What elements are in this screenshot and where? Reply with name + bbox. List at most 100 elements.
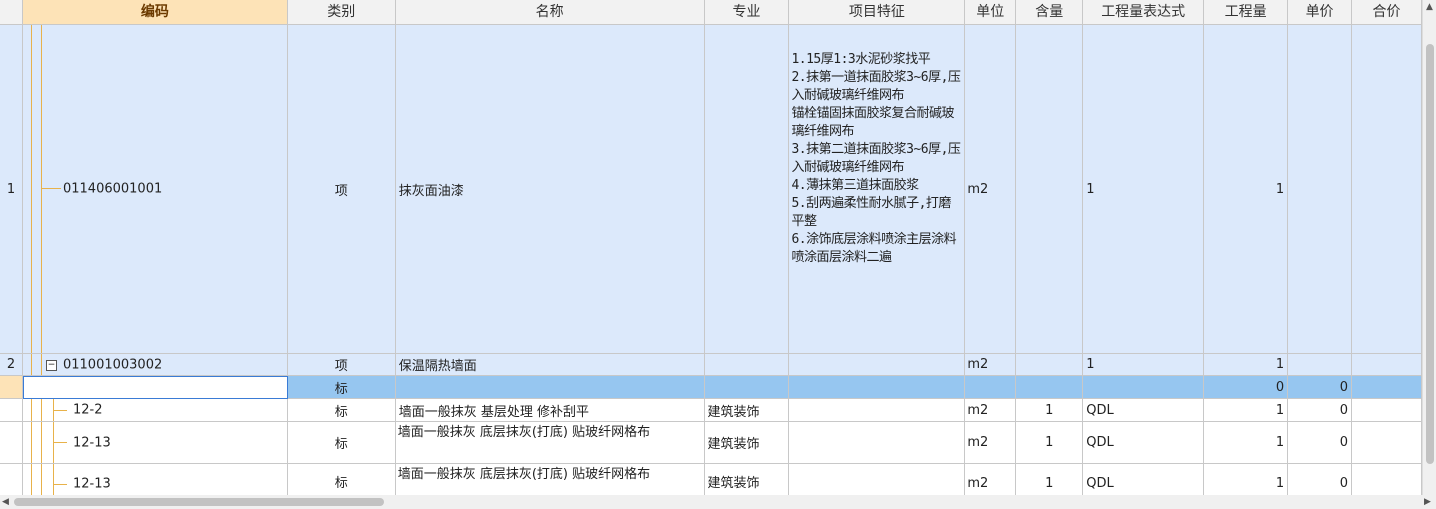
specialty-cell[interactable] [704, 376, 790, 399]
code-cell[interactable]: − 011001003002 [22, 354, 288, 376]
features-cell[interactable] [789, 422, 966, 464]
name-cell[interactable]: 保温隔热墙面 [395, 354, 705, 376]
unit-price-cell[interactable] [1288, 354, 1353, 376]
name-cell[interactable] [395, 376, 705, 399]
specialty-cell[interactable]: 建筑装饰 [704, 422, 790, 464]
type-cell[interactable]: 标 [288, 464, 396, 495]
features-line: 锚栓锚固抹面胶浆复合耐碱玻璃纤维网布 [791, 106, 954, 139]
total-cell[interactable] [1352, 422, 1422, 464]
header-total[interactable]: 合价 [1352, 0, 1422, 25]
row-index[interactable]: 2 [0, 354, 23, 376]
features-cell[interactable] [789, 464, 966, 495]
row-index[interactable] [0, 399, 23, 422]
expression-cell[interactable]: QDL [1083, 464, 1205, 495]
features-cell[interactable]: 1.15厚1:3水泥砂浆找平 2.抹第一道抹面胶浆3~6厚,压入耐碱玻璃纤维网布锚… [789, 25, 966, 354]
header-name[interactable]: 名称 [395, 0, 705, 25]
horizontal-scrollbar[interactable]: ◀ ▶ [0, 495, 1436, 509]
total-cell[interactable] [1352, 399, 1422, 422]
quantity-cell[interactable]: 1 [1204, 464, 1289, 495]
header-features[interactable]: 项目特征 [789, 0, 966, 25]
quantity-cell[interactable]: 1 [1204, 25, 1289, 354]
type-cell[interactable]: 项 [287, 25, 396, 354]
header-code[interactable]: 编码 [22, 0, 288, 25]
type-cell[interactable]: 标 [287, 399, 396, 422]
code-edit-input[interactable] [22, 376, 288, 399]
name-cell[interactable]: 墙面一般抹灰 底层抹灰(打底) 贴玻纤网格布 [396, 464, 705, 495]
header-expression[interactable]: 工程量表达式 [1083, 0, 1205, 25]
code-cell[interactable]: 12-2 [22, 399, 288, 422]
header-index[interactable] [0, 0, 23, 25]
unit-cell[interactable]: m2 [965, 399, 1017, 422]
type-cell[interactable]: 标 [287, 376, 396, 399]
expression-cell[interactable]: QDL [1083, 422, 1205, 464]
type-cell[interactable]: 标 [287, 422, 396, 464]
table-row-selected[interactable]: 标 0 0 [0, 376, 1422, 399]
expression-cell[interactable]: 1 [1083, 354, 1205, 376]
header-quantity[interactable]: 工程量 [1204, 0, 1289, 25]
table-row[interactable]: 12-2 标 墙面一般抹灰 基层处理 修补刮平 建筑装饰 m2 1 QDL 1 … [0, 399, 1422, 422]
content-cell[interactable] [1016, 25, 1084, 354]
code-cell[interactable]: 12-13 [23, 464, 288, 495]
quantity-cell[interactable]: 0 [1204, 376, 1289, 399]
row-index[interactable] [0, 422, 23, 464]
expression-cell[interactable]: QDL [1083, 399, 1205, 422]
unit-cell[interactable]: m2 [965, 354, 1017, 376]
arrow-left-icon[interactable]: ◀ [2, 497, 9, 507]
table-row[interactable]: 2 − 011001003002 项 保温隔热墙面 m2 1 1 [0, 354, 1422, 376]
unit-price-cell[interactable]: 0 [1288, 422, 1353, 464]
content-cell[interactable] [1016, 376, 1084, 399]
unit-price-cell[interactable] [1288, 25, 1353, 354]
code-cell[interactable]: 011406001001 [22, 25, 288, 354]
row-index[interactable] [0, 464, 23, 495]
unit-price-cell[interactable]: 0 [1288, 464, 1353, 495]
quantity-cell[interactable]: 1 [1204, 354, 1289, 376]
features-cell[interactable] [789, 376, 966, 399]
specialty-cell[interactable] [704, 25, 790, 354]
name-cell[interactable]: 抹灰面油漆 [395, 25, 705, 354]
arrow-up-icon[interactable]: ▲ [1426, 2, 1433, 12]
header-content[interactable]: 含量 [1016, 0, 1084, 25]
specialty-cell[interactable]: 建筑装饰 [704, 399, 790, 422]
table-row[interactable]: 12-13 标 墙面一般抹灰 底层抹灰(打底) 贴玻纤网格布 建筑装饰 m2 1… [0, 422, 1422, 464]
minus-box-icon[interactable]: − [45, 359, 57, 371]
unit-price-cell[interactable]: 0 [1288, 376, 1353, 399]
row-index[interactable] [0, 376, 23, 399]
expression-cell[interactable] [1083, 376, 1205, 399]
code-cell[interactable]: 12-13 [22, 422, 288, 464]
expression-cell[interactable]: 1 [1083, 25, 1205, 354]
features-cell[interactable] [789, 399, 966, 422]
total-cell[interactable] [1352, 376, 1422, 399]
unit-cell[interactable]: m2 [965, 422, 1017, 464]
specialty-cell[interactable] [704, 354, 790, 376]
header-specialty[interactable]: 专业 [704, 0, 790, 25]
quantity-cell[interactable]: 1 [1204, 422, 1289, 464]
row-index[interactable]: 1 [0, 25, 23, 354]
total-cell[interactable] [1352, 25, 1422, 354]
tree-line [30, 354, 32, 375]
name-cell[interactable]: 墙面一般抹灰 基层处理 修补刮平 [395, 399, 705, 422]
content-cell[interactable] [1016, 354, 1084, 376]
total-cell[interactable] [1352, 354, 1422, 376]
content-cell[interactable]: 1 [1016, 464, 1084, 495]
unit-cell[interactable] [965, 376, 1017, 399]
unit-cell[interactable]: m2 [965, 25, 1017, 354]
features-cell[interactable] [789, 354, 966, 376]
table-row[interactable]: 1 011406001001 项 抹灰面油漆 1.15厚1:3水泥砂浆找平 2.抹… [0, 25, 1422, 354]
content-cell[interactable]: 1 [1016, 422, 1084, 464]
horizontal-scroll-thumb[interactable] [14, 498, 384, 506]
header-type[interactable]: 类别 [287, 0, 396, 25]
content-cell[interactable]: 1 [1016, 399, 1084, 422]
unit-cell[interactable]: m2 [965, 464, 1017, 495]
total-cell[interactable] [1352, 464, 1422, 495]
arrow-right-icon[interactable]: ▶ [1424, 497, 1431, 507]
name-cell[interactable]: 墙面一般抹灰 底层抹灰(打底) 贴玻纤网格布 [395, 422, 705, 464]
vertical-scrollbar[interactable]: ▲ [1422, 0, 1436, 495]
unit-price-cell[interactable]: 0 [1288, 399, 1353, 422]
quantity-cell[interactable]: 1 [1204, 399, 1289, 422]
specialty-cell[interactable]: 建筑装饰 [705, 464, 790, 495]
table-row[interactable]: 12-13 标 墙面一般抹灰 底层抹灰(打底) 贴玻纤网格布 建筑装饰 m2 1… [0, 464, 1422, 495]
header-unit[interactable]: 单位 [965, 0, 1017, 25]
type-cell[interactable]: 项 [287, 354, 396, 376]
header-unit-price[interactable]: 单价 [1288, 0, 1353, 25]
vertical-scroll-thumb[interactable] [1426, 44, 1434, 464]
